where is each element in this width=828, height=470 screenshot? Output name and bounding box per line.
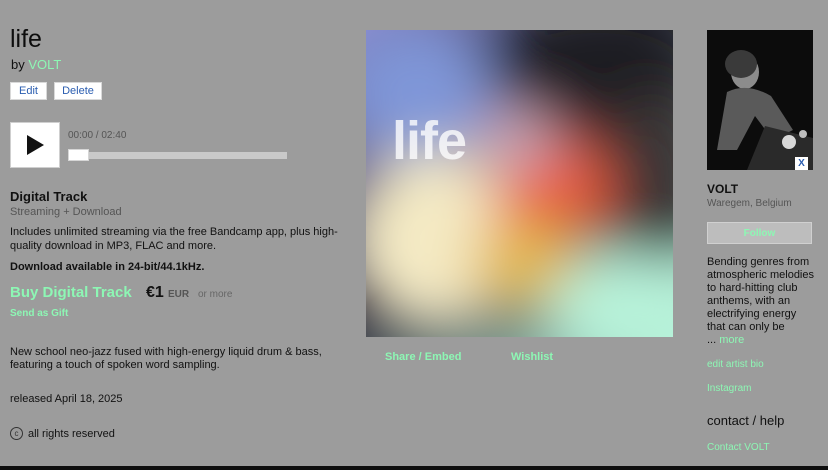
edit-artist-bio-link[interactable]: edit artist bio	[707, 359, 764, 370]
or-more-text: or more	[198, 289, 233, 300]
bottom-divider	[0, 466, 828, 470]
track-about: New school neo-jazz fused with high-ener…	[10, 346, 322, 371]
artist-photo-art	[707, 30, 813, 170]
artist-link[interactable]: VOLT	[28, 57, 61, 72]
album-cover[interactable]	[366, 30, 673, 337]
artist-photo[interactable]	[707, 30, 813, 170]
download-note: Download available in 24-bit/44.1kHz.	[10, 261, 205, 273]
rights-text: all rights reserved	[28, 427, 115, 440]
edit-button[interactable]: Edit	[10, 82, 47, 100]
digital-track-description: Includes unlimited streaming via the fre…	[10, 226, 338, 252]
digital-track-heading: Digital Track	[10, 189, 88, 204]
artist-location: Waregem, Belgium	[707, 198, 792, 209]
wishlist-button[interactable]: Wishlist	[511, 351, 553, 363]
cover-title-text: life	[392, 111, 467, 171]
contact-heading: contact / help	[707, 413, 785, 428]
byline: by VOLT	[11, 57, 61, 72]
by-prefix: by	[11, 57, 25, 72]
rights-line: c all rights reserved	[10, 427, 115, 440]
progress-handle[interactable]	[68, 149, 89, 161]
artist-bio: Bending genres from atmospheric melodies…	[707, 256, 817, 347]
play-button[interactable]	[10, 122, 60, 168]
copyright-icon: c	[10, 427, 23, 440]
bio-more-link[interactable]: more	[719, 334, 744, 346]
follow-button[interactable]: Follow	[707, 222, 812, 244]
price: €1	[146, 284, 164, 301]
play-icon	[27, 135, 44, 155]
sidebar-artist-name[interactable]: VOLT	[707, 182, 738, 196]
bio-ellipsis: ...	[707, 334, 717, 346]
progress-track[interactable]	[68, 152, 287, 159]
contact-artist-link[interactable]: Contact VOLT	[707, 442, 770, 453]
currency: EUR	[168, 289, 190, 300]
digital-track-subheading: Streaming + Download	[10, 206, 122, 218]
time-display: 00:00 / 02:40	[68, 130, 127, 141]
bio-text: Bending genres from atmospheric melodies…	[707, 256, 814, 333]
close-x-icon[interactable]: X	[795, 157, 808, 170]
buy-digital-track-link[interactable]: Buy Digital Track	[10, 284, 132, 301]
instagram-link[interactable]: Instagram	[707, 383, 751, 394]
cover-art	[366, 30, 673, 337]
delete-button[interactable]: Delete	[54, 82, 102, 100]
release-date: released April 18, 2025	[10, 393, 123, 405]
send-as-gift-link[interactable]: Send as Gift	[10, 308, 68, 319]
share-embed-button[interactable]: Share / Embed	[385, 351, 461, 363]
page-title: life	[10, 25, 42, 53]
